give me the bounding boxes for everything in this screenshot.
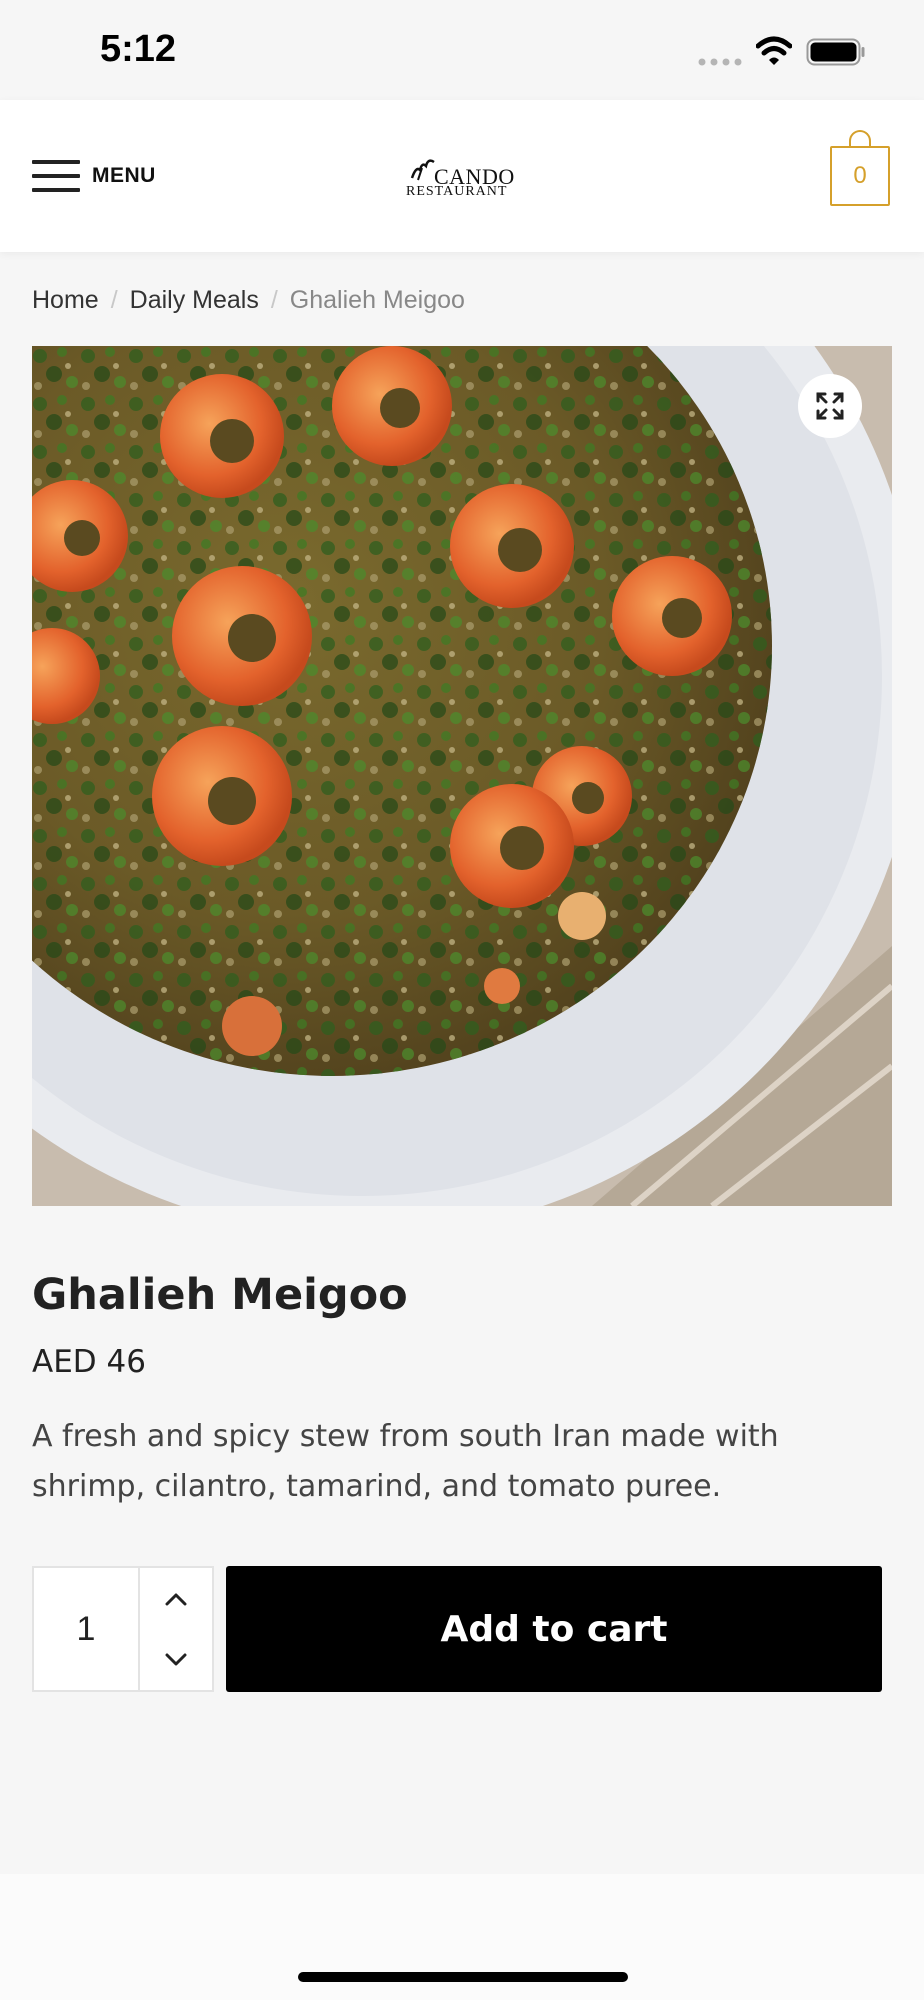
zoom-button[interactable] [798,374,862,438]
product-title: Ghalieh Meigoo [32,1270,408,1320]
status-bar: 5:12 [0,0,924,100]
restaurant-logo[interactable]: CANDO RESTAURANT [404,154,520,202]
cart-button[interactable]: 0 [830,130,890,206]
quantity-increase-button[interactable] [140,1568,212,1629]
expand-icon [816,392,844,420]
signal-icon [698,58,742,66]
home-indicator[interactable] [298,1972,628,1982]
hamburger-icon [32,160,80,192]
add-to-cart-button[interactable]: Add to cart [226,1566,882,1692]
quantity-decrease-button[interactable] [140,1629,212,1690]
quantity-stepper[interactable]: 1 [32,1566,214,1692]
quantity-input[interactable]: 1 [34,1568,140,1690]
logo-subtitle: RESTAURANT [406,184,508,199]
breadcrumb-daily-meals[interactable]: Daily Meals [130,286,259,315]
product-photo [32,346,892,1206]
breadcrumb-separator: / [110,285,118,314]
battery-icon [806,38,865,66]
menu-label: MENU [92,164,156,187]
site-header: MENU CANDO RESTAURANT 0 [0,100,924,252]
cart-count: 0 [853,162,867,189]
logo-mark-icon [410,159,435,181]
breadcrumb-separator: / [270,285,278,314]
bag-icon [849,130,871,148]
chevron-up-icon [165,1593,187,1605]
wifi-icon [756,36,792,65]
product-price: AED 46 [32,1344,146,1380]
status-time: 5:12 [100,28,177,70]
breadcrumb: Home / Daily Meals / Ghalieh Meigoo [32,282,465,318]
product-image[interactable] [32,346,892,1206]
product-description: A fresh and spicy stew from south Iran m… [32,1419,779,1504]
breadcrumb-home[interactable]: Home [32,286,99,315]
chevron-down-icon [165,1653,187,1665]
quantity-arrows [140,1568,212,1690]
menu-button[interactable]: MENU [32,156,156,196]
breadcrumb-current: Ghalieh Meigoo [289,285,465,314]
